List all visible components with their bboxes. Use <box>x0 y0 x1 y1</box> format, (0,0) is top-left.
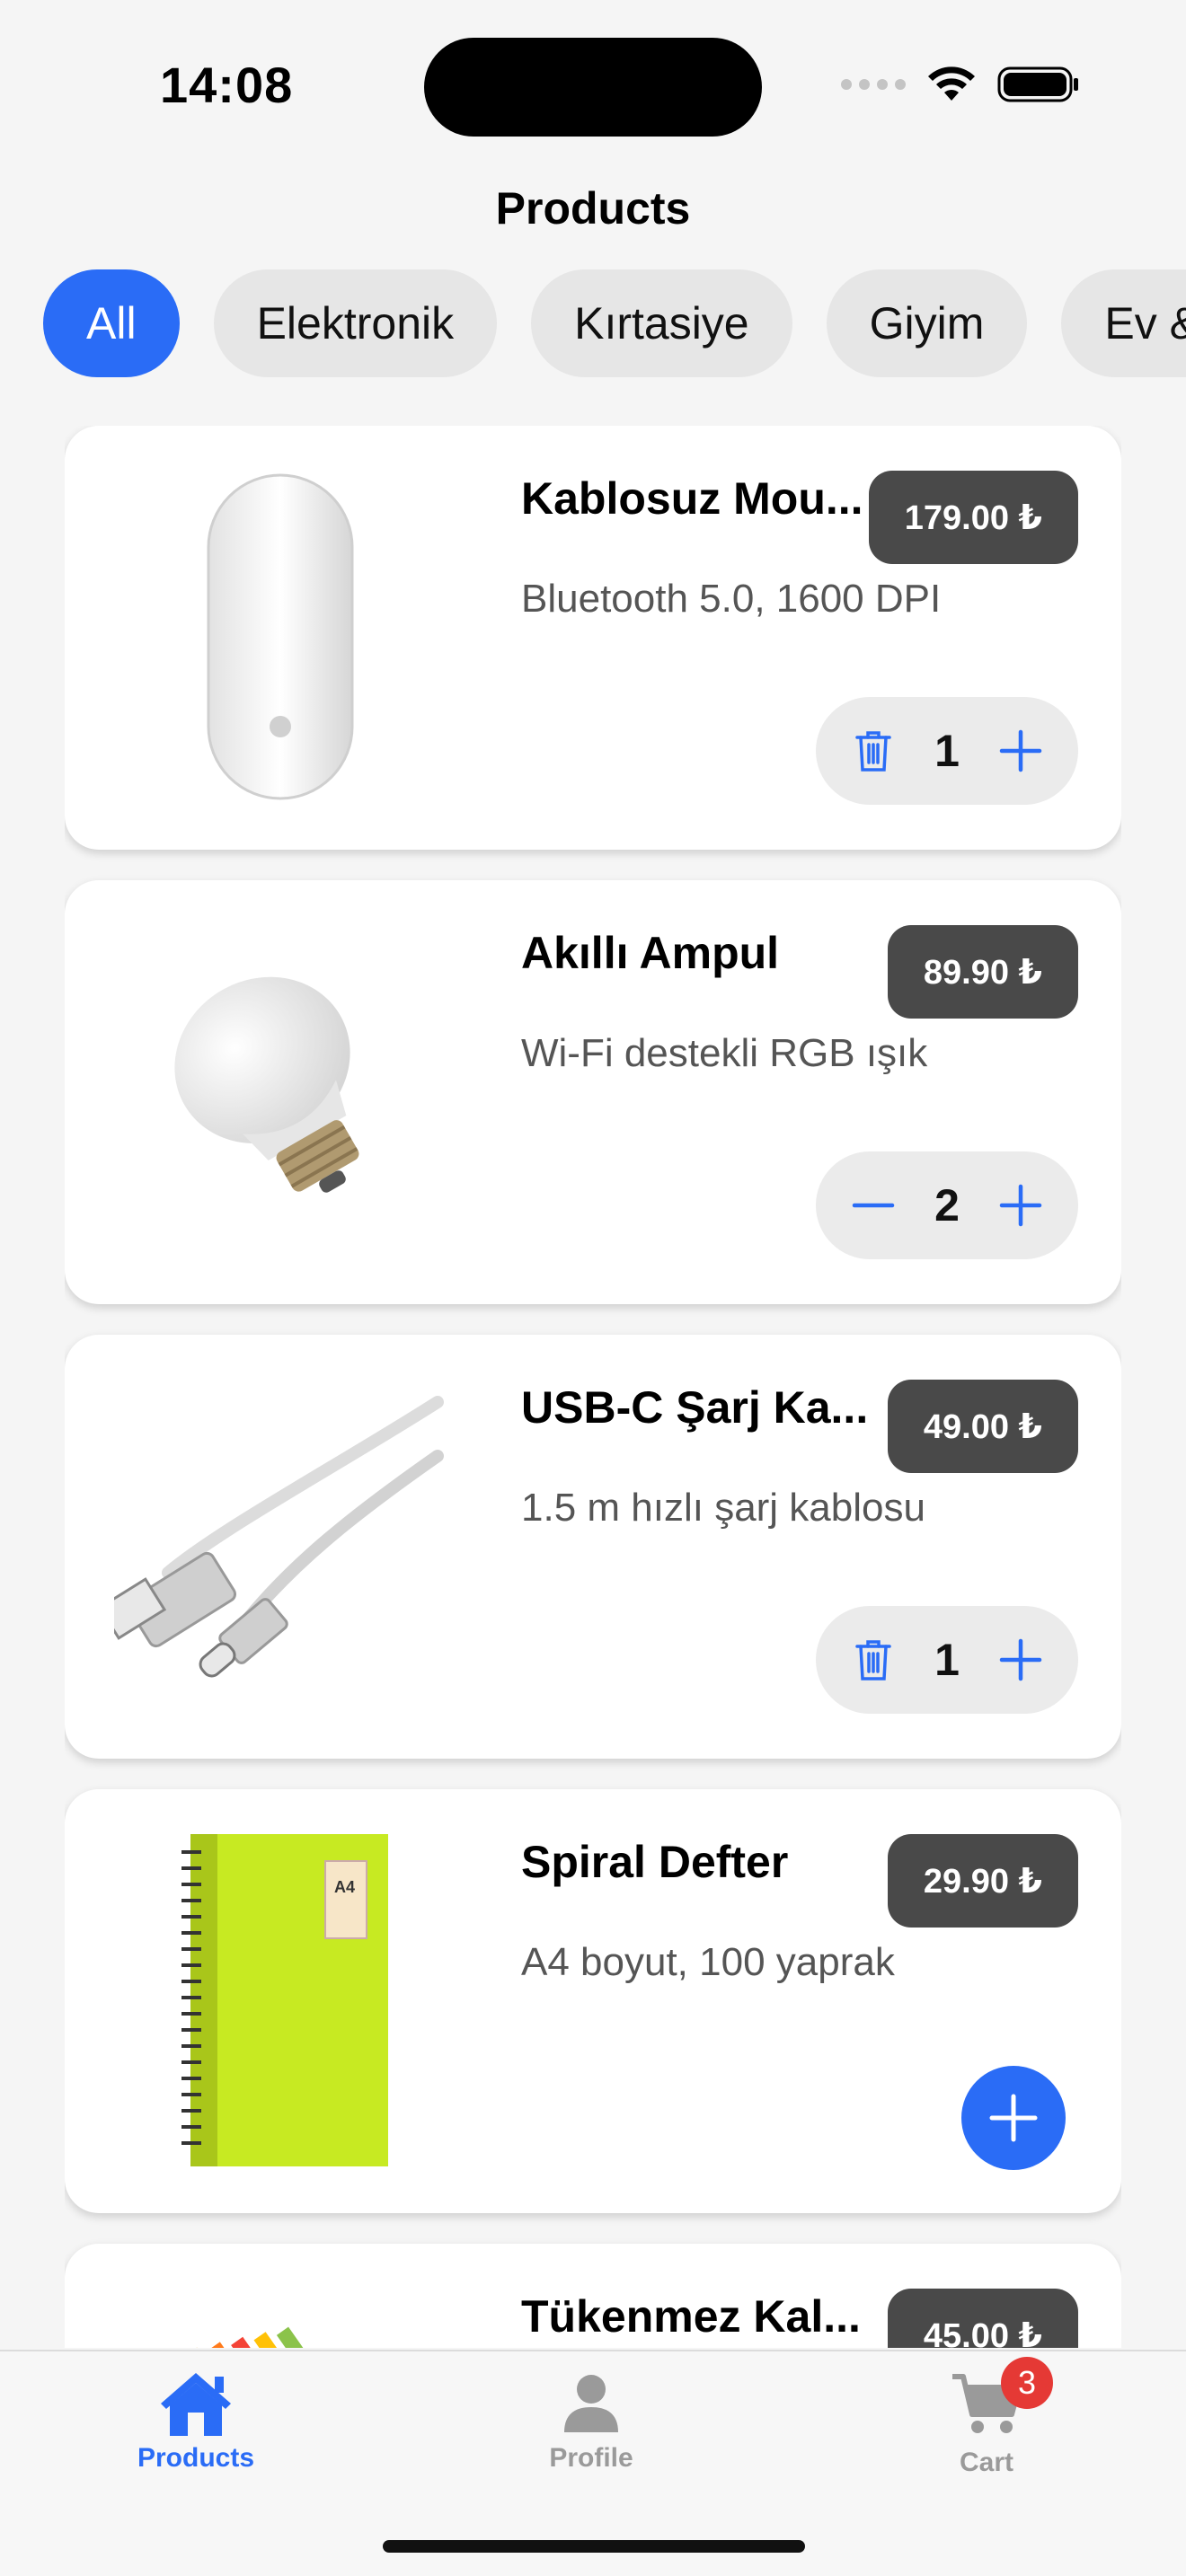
category-chip-kirtasiye[interactable]: Kırtasiye <box>531 269 792 377</box>
product-image-cable <box>110 1371 451 1721</box>
tab-label: Cart <box>959 2448 1013 2477</box>
product-card[interactable]: A4 Spiral Defter 29.90 ₺ A4 boyut, 100 y… <box>65 1789 1121 2213</box>
product-image-bulb <box>110 916 451 1266</box>
page-title: Products <box>495 183 691 234</box>
tab-label: Profile <box>549 2443 633 2473</box>
plus-icon[interactable] <box>990 1175 1051 1236</box>
svg-text:A4: A4 <box>334 1878 355 1896</box>
product-description: Wi-Fi destekli RGB ışık <box>521 1031 928 1075</box>
add-to-cart-button[interactable] <box>961 2066 1066 2170</box>
cart-count-badge: 3 <box>1001 2357 1053 2409</box>
price-badge: 45.00 ₺ <box>887 2289 1078 2348</box>
product-name: USB-C Şarj Ka... <box>521 1382 869 1433</box>
plus-icon[interactable] <box>990 720 1051 781</box>
tab-label: Products <box>137 2443 255 2473</box>
product-description: Bluetooth 5.0, 1600 DPI <box>521 577 942 621</box>
category-chip-elektronik[interactable]: Elektronik <box>213 269 498 377</box>
quantity-value: 2 <box>934 1180 960 1231</box>
trash-icon[interactable] <box>843 720 904 781</box>
quantity-stepper: 1 <box>816 697 1078 805</box>
product-card[interactable]: USB-C Şarj Ka... 49.00 ₺ 1.5 m hızlı şar… <box>65 1335 1121 1759</box>
minus-icon[interactable] <box>843 1175 904 1236</box>
product-image-notebook: A4 <box>110 1825 451 2175</box>
product-name: Akıllı Ampul <box>521 928 780 978</box>
product-name: Kablosuz Mou... <box>521 473 863 524</box>
battery-icon <box>997 66 1078 102</box>
product-image-pens <box>110 2280 451 2348</box>
price-badge: 49.00 ₺ <box>887 1380 1078 1473</box>
cart-icon-wrap: 3 <box>949 2357 1053 2442</box>
dynamic-island <box>424 38 762 137</box>
product-description: A4 boyut, 100 yaprak <box>521 1940 895 1984</box>
quantity-value: 1 <box>934 726 960 776</box>
product-card[interactable]: Tükenmez Kal... 45.00 ₺ <box>65 2244 1121 2348</box>
quantity-stepper: 1 <box>816 1606 1078 1714</box>
price-badge: 29.90 ₺ <box>887 1834 1078 1928</box>
product-description: 1.5 m hızlı şarj kablosu <box>521 1486 925 1530</box>
product-name: Tükenmez Kal... <box>521 2291 861 2342</box>
price-badge: 89.90 ₺ <box>887 925 1078 1019</box>
status-time: 14:08 <box>160 57 294 113</box>
category-filter-bar: All Elektronik Kırtasiye Giyim Ev & <box>43 269 1186 377</box>
price-badge: 179.00 ₺ <box>868 471 1078 564</box>
screen: 14:08 Products All Elektronik Kırtasiye … <box>0 0 1186 2576</box>
category-chip-all[interactable]: All <box>43 269 180 377</box>
person-icon <box>564 2375 618 2432</box>
home-icon <box>161 2373 231 2436</box>
product-list: Kablosuz Mou... 179.00 ₺ Bluetooth 5.0, … <box>65 426 1121 2348</box>
category-chip-giyim[interactable]: Giyim <box>826 269 1028 377</box>
plus-icon[interactable] <box>990 1629 1051 1690</box>
plus-icon <box>989 2094 1038 2142</box>
tab-cart[interactable]: 3 Cart <box>897 2357 1076 2478</box>
quantity-stepper: 2 <box>816 1151 1078 1259</box>
home-indicator[interactable] <box>383 2540 805 2553</box>
product-image-mouse <box>110 462 451 812</box>
product-card[interactable]: Akıllı Ampul 89.90 ₺ Wi-Fi destekli RGB … <box>65 880 1121 1304</box>
category-chip-ev[interactable]: Ev & <box>1061 269 1186 377</box>
wifi-icon <box>928 66 975 101</box>
trash-icon[interactable] <box>843 1629 904 1690</box>
status-icons <box>841 65 1080 104</box>
quantity-value: 1 <box>934 1635 960 1685</box>
tab-profile[interactable]: Profile <box>501 2369 681 2474</box>
cellular-signal-icon <box>841 79 906 90</box>
product-card[interactable]: Kablosuz Mou... 179.00 ₺ Bluetooth 5.0, … <box>65 426 1121 850</box>
tab-products[interactable]: Products <box>106 2369 286 2474</box>
product-name: Spiral Defter <box>521 1837 789 1887</box>
